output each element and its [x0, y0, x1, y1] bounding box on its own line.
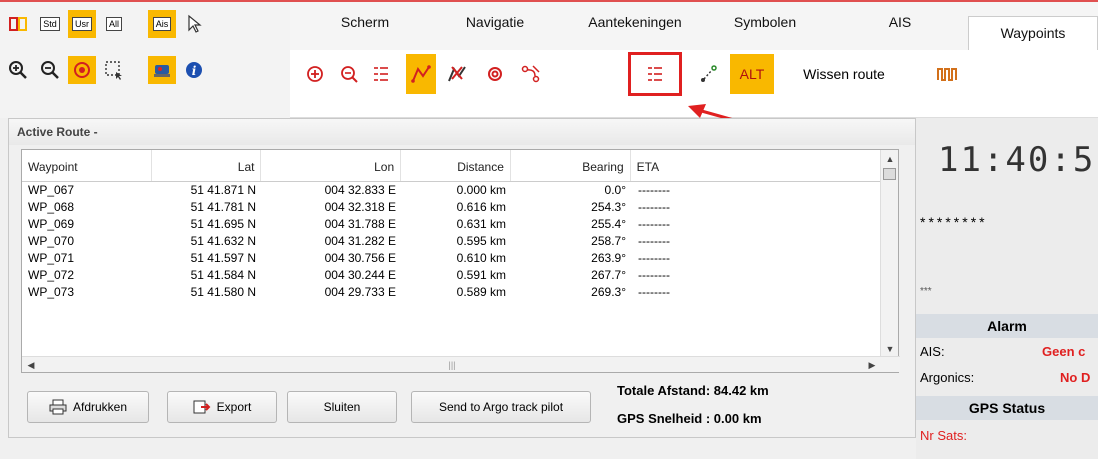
masked-value: ********: [920, 214, 988, 230]
table-row[interactable]: WP_069 51 41.695 N 004 31.788 E 0.631 km…: [22, 216, 898, 233]
usr-layer-button[interactable]: Usr: [68, 10, 96, 38]
tab-ais[interactable]: AIS: [870, 14, 930, 52]
delete-route-icon[interactable]: [442, 54, 472, 94]
vertical-scrollbar[interactable]: ▲ ▼: [880, 150, 898, 358]
export-button[interactable]: Export: [167, 391, 277, 423]
tab-navigatie[interactable]: Navigatie: [440, 14, 550, 52]
clear-route-button[interactable]: Wissen route: [784, 54, 904, 94]
ais-label: AIS:: [920, 344, 945, 359]
select-area-icon[interactable]: [100, 56, 128, 84]
info-icon[interactable]: i: [180, 56, 208, 84]
tab-symbolen[interactable]: Symbolen: [710, 14, 820, 52]
find-waypoint-icon[interactable]: [334, 54, 364, 94]
print-button[interactable]: Afdrukken: [27, 391, 149, 423]
close-button[interactable]: Sluiten: [287, 391, 397, 423]
route-list-icon[interactable]: [628, 52, 682, 96]
pointer-icon[interactable]: [180, 10, 208, 38]
gps-icon[interactable]: [4, 10, 32, 38]
placeholder-value: ***: [920, 286, 932, 297]
main-toolbar: Std Usr All Ais i: [0, 0, 290, 118]
table-body: WP_067 51 41.871 N 004 32.833 E 0.000 km…: [22, 182, 898, 301]
std-layer-button[interactable]: Std: [36, 10, 64, 38]
scroll-right-icon[interactable]: ▶: [864, 357, 880, 373]
route-edit-icon[interactable]: [516, 54, 546, 94]
total-distance: Totale Afstand: 84.42 km: [617, 383, 769, 398]
tab-aantekeningen[interactable]: Aantekeningen: [570, 14, 700, 52]
zoom-out-icon[interactable]: [36, 56, 64, 84]
table-row[interactable]: WP_071 51 41.597 N 004 30.756 E 0.610 km…: [22, 250, 898, 267]
column-header-lon[interactable]: Lon: [261, 150, 402, 181]
active-route-panel: Active Route - Waypoint Lat Lon Distance…: [8, 118, 916, 438]
waypoint-list-icon[interactable]: [366, 54, 396, 94]
scroll-up-icon[interactable]: ▲: [882, 151, 898, 167]
scroll-down-icon[interactable]: ▼: [882, 341, 898, 357]
clock-display: 11:40:5: [938, 140, 1096, 180]
export-icon: [193, 400, 211, 414]
column-header-eta[interactable]: ETA: [631, 150, 898, 181]
gps-status-header: GPS Status: [916, 396, 1098, 420]
column-header-lat[interactable]: Lat: [152, 150, 262, 181]
target-icon[interactable]: [68, 56, 96, 84]
tab-waypoints[interactable]: Waypoints: [968, 16, 1098, 54]
ais-layer-button[interactable]: Ais: [148, 10, 176, 38]
route-table[interactable]: Waypoint Lat Lon Distance Bearing ETA WP…: [21, 149, 900, 373]
argonics-status-value: No D: [1060, 370, 1091, 385]
add-waypoint-icon[interactable]: [300, 54, 330, 94]
svg-text:i: i: [192, 64, 197, 78]
table-row[interactable]: WP_068 51 41.781 N 004 32.318 E 0.616 km…: [22, 199, 898, 216]
column-header-distance[interactable]: Distance: [401, 150, 511, 181]
gps-speed: GPS Snelheid : 0.00 km: [617, 411, 762, 426]
scroll-thumb[interactable]: [883, 168, 896, 180]
table-row[interactable]: WP_070 51 41.632 N 004 31.282 E 0.595 km…: [22, 233, 898, 250]
scroll-grip-icon[interactable]: |||: [444, 357, 460, 373]
send-to-argo-button[interactable]: Send to Argo track pilot: [411, 391, 591, 423]
tab-scherm[interactable]: Scherm: [310, 14, 420, 52]
column-header-bearing[interactable]: Bearing: [511, 150, 631, 181]
route-target-icon[interactable]: [480, 54, 510, 94]
printer-icon: [49, 399, 67, 415]
table-row[interactable]: WP_067 51 41.871 N 004 32.833 E 0.000 km…: [22, 182, 898, 199]
sats-label: Nr Sats:: [920, 428, 967, 443]
route-point-icon[interactable]: [694, 54, 724, 94]
tab-bar: Scherm Navigatie Aantekeningen Symbolen …: [290, 0, 1098, 54]
scroll-left-icon[interactable]: ◀: [23, 357, 39, 373]
alt-button[interactable]: ALT: [730, 54, 774, 94]
panel-title: Active Route -: [9, 119, 915, 145]
zoom-in-icon[interactable]: [4, 56, 32, 84]
vessel-icon[interactable]: [148, 56, 176, 84]
table-row[interactable]: WP_072 51 41.584 N 004 30.244 E 0.591 km…: [22, 267, 898, 284]
status-panel: 11:40:5 ******** *** Alarm AIS: Geen c A…: [916, 118, 1098, 459]
alarm-header: Alarm: [916, 314, 1098, 338]
ais-status-value: Geen c: [1042, 344, 1086, 359]
table-header: Waypoint Lat Lon Distance Bearing ETA: [22, 150, 898, 182]
argonics-label: Argonics:: [920, 370, 975, 385]
horizontal-scrollbar[interactable]: ◀ ||| ▶: [22, 356, 900, 372]
new-route-icon[interactable]: [406, 54, 436, 94]
column-header-waypoint[interactable]: Waypoint: [22, 150, 152, 181]
signal-icon[interactable]: [932, 54, 962, 94]
all-layer-button[interactable]: All: [100, 10, 128, 38]
table-row[interactable]: WP_073 51 41.580 N 004 29.733 E 0.589 km…: [22, 284, 898, 301]
